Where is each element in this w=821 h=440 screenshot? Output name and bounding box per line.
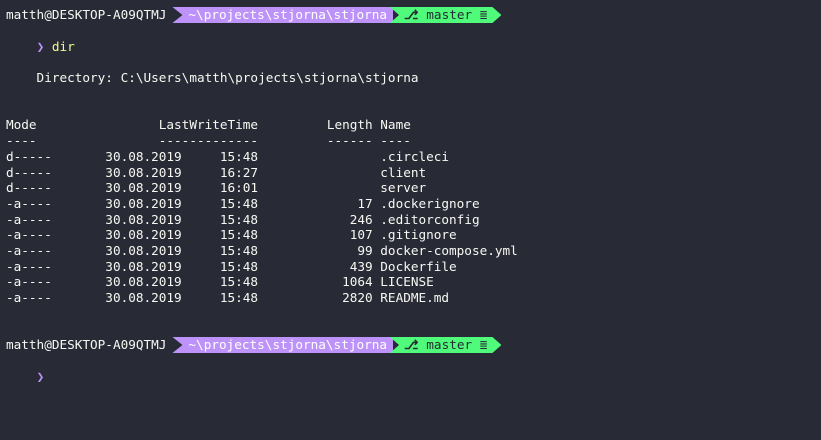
prompt-path: ~\projects\stjorna\stjorna [188, 7, 388, 23]
prompt-line-1: matth@DESKTOP-A09QTMJ ~\projects\stjorna… [0, 7, 501, 23]
table-row: d----- 30.08.2019 15:48 .circleci [6, 149, 450, 164]
git-branch-icon: ⎇ [404, 7, 419, 23]
prompt-path: ~\projects\stjorna\stjorna [188, 337, 388, 353]
prompt-user-host: matth@DESKTOP-A09QTMJ [0, 7, 173, 23]
git-status-icon: ≣ [479, 7, 488, 23]
table-row: -a---- 30.08.2019 15:48 439 Dockerfile [6, 259, 457, 274]
prompt-git-segment: ⎇ master ≣ [390, 337, 501, 353]
table-row: -a---- 30.08.2019 15:48 1064 LICENSE [6, 274, 434, 289]
table-row: -a---- 30.08.2019 15:48 17 .dockerignore [6, 196, 480, 211]
table-row: -a---- 30.08.2019 15:48 246 .editorconfi… [6, 212, 480, 227]
directory-path-line: Directory: C:\Users\matth\projects\stjor… [6, 70, 419, 85]
table-row: -a---- 30.08.2019 15:48 2820 README.md [6, 290, 450, 305]
table-header: Mode LastWriteTime Length Name [6, 117, 411, 132]
table-row: d----- 30.08.2019 16:01 server [6, 180, 427, 195]
prompt-line-2: matth@DESKTOP-A09QTMJ ~\projects\stjorna… [0, 337, 501, 353]
git-branch-name: master [426, 7, 473, 23]
prompt-path-segment: ~\projects\stjorna\stjorna [172, 7, 394, 23]
table-row: -a---- 30.08.2019 15:48 107 .gitignore [6, 227, 457, 242]
git-status-icon: ≣ [479, 337, 488, 353]
prompt-user-host: matth@DESKTOP-A09QTMJ [0, 337, 173, 353]
git-branch-name: master [426, 337, 473, 353]
prompt-chevron-icon: ❯ [36, 368, 45, 384]
terminal-window[interactable]: matth@DESKTOP-A09QTMJ ~\projects\stjorna… [0, 0, 821, 440]
table-separator: ---- ------------- ------ ---- [6, 133, 411, 148]
table-row: -a---- 30.08.2019 15:48 99 docker-compos… [6, 243, 518, 258]
git-branch-icon: ⎇ [404, 337, 419, 353]
command-line-1: ❯ dir [6, 23, 75, 54]
command-line-2[interactable]: ❯ [6, 353, 45, 384]
prompt-git-segment: ⎇ master ≣ [390, 7, 501, 23]
table-row: d----- 30.08.2019 16:27 client [6, 165, 427, 180]
prompt-path-segment: ~\projects\stjorna\stjorna [172, 337, 394, 353]
command-text: dir [51, 38, 75, 54]
